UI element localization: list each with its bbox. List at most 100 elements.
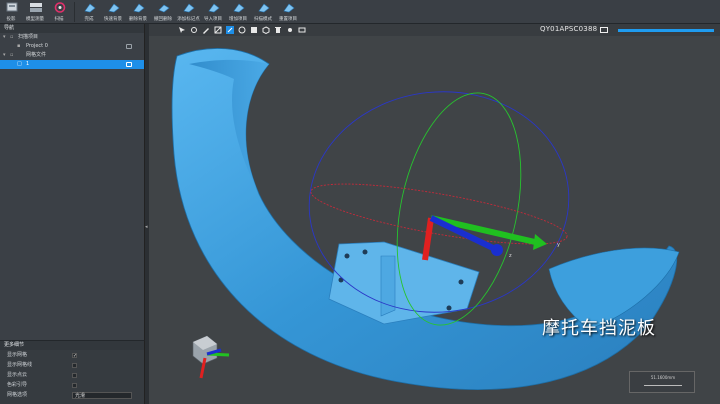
add-project-icon	[232, 3, 244, 13]
3d-viewport[interactable]: y z QY01APSC0388 摩托车挡泥板 51.1600mm	[149, 24, 720, 404]
tree-label: Project 0	[26, 43, 48, 49]
delete-bg-icon	[132, 3, 144, 13]
show-mesh-label: 显示网格	[7, 352, 28, 358]
details-title: 更多细节	[0, 341, 144, 350]
reset-button[interactable]: 重置项目	[276, 0, 301, 24]
scan-mode-icon	[257, 3, 269, 13]
color-guide-label: 色彩引导	[7, 382, 28, 388]
collapse-toggle-icon[interactable]: ▾	[3, 35, 8, 40]
mount-hole	[446, 305, 452, 311]
mount-hole	[458, 279, 464, 285]
navigation-title: 导航	[0, 24, 144, 33]
projector-label: 投影	[6, 16, 16, 22]
measure-label: 模型测量	[26, 16, 45, 22]
show-mesh-checkbox[interactable]: ✓	[72, 353, 77, 359]
color-guide-row: 色彩引导	[0, 380, 144, 390]
axis-y-label: y	[557, 242, 560, 248]
tree-item-mesh-files[interactable]: ▾ ▫ 网格文件	[0, 51, 144, 60]
scan-icon	[54, 2, 65, 13]
window-toggle-icon[interactable]	[600, 27, 608, 33]
axis-z-handle[interactable]	[491, 244, 503, 256]
projector-icon	[6, 2, 17, 12]
transform-tool-icon[interactable]	[225, 26, 234, 35]
import-label: 导入项目	[204, 16, 223, 22]
add-project-label: 增加项目	[229, 16, 248, 22]
scan-button[interactable]: 扫描	[48, 0, 71, 24]
mesh-option-label: 网格选项	[7, 392, 28, 398]
delete-tool-icon[interactable]	[273, 26, 282, 35]
finish-label: 完成	[84, 16, 94, 22]
visibility-icon[interactable]	[285, 26, 294, 35]
select-tool-icon[interactable]	[177, 26, 186, 35]
undo-delete-button[interactable]: 撤回删除	[151, 0, 176, 24]
axis-y-arrow[interactable]	[430, 215, 536, 245]
tree-item-project0[interactable]: ▪ Project 0	[0, 42, 144, 51]
scan-progress-bar	[618, 29, 714, 32]
orientation-cube[interactable]	[192, 335, 230, 379]
add-project-button[interactable]: 增加项目	[226, 0, 251, 24]
folder-icon: ▫	[10, 52, 14, 58]
mesh-option-row: 网格选项 光滑	[0, 390, 144, 400]
lasso-tool-icon[interactable]	[189, 26, 198, 35]
reset-view-icon[interactable]	[297, 26, 306, 35]
rotate-tool-icon[interactable]	[237, 26, 246, 35]
reset-label: 重置项目	[279, 16, 298, 22]
show-pointcloud-checkbox[interactable]	[72, 373, 77, 378]
tree-label: 1	[26, 61, 30, 67]
axis-y-arrowhead[interactable]	[533, 234, 547, 250]
add-marker-button[interactable]: 添加标记点	[176, 0, 201, 24]
import-button[interactable]: 导入项目	[201, 0, 226, 24]
visibility-toggle-icon[interactable]	[126, 44, 132, 49]
show-wireframe-label: 显示网格线	[7, 362, 33, 368]
color-guide-checkbox[interactable]	[72, 383, 77, 388]
cube-view-icon[interactable]	[261, 26, 270, 35]
app-window: 投影 模型测量 扫描 完成 快速背景 删除背景 撤回删除 添加标记点 导入项目 …	[0, 0, 720, 404]
finish-button[interactable]: 完成	[78, 0, 101, 24]
toolbar-divider	[74, 2, 75, 22]
collapse-toggle-icon[interactable]: ▾	[3, 53, 8, 58]
video-caption: 摩托车挡泥板	[542, 318, 656, 339]
show-wireframe-checkbox[interactable]	[72, 363, 77, 368]
scale-bar	[644, 385, 682, 386]
scene-canvas[interactable]: y z	[149, 24, 720, 404]
project-icon: ▪	[17, 43, 21, 49]
show-pointcloud-label: 显示点云	[7, 372, 28, 378]
undo-delete-label: 撤回删除	[154, 16, 173, 22]
undo-delete-icon	[157, 4, 170, 13]
mesh-icon: □	[17, 61, 22, 67]
delete-bg-button[interactable]: 删除背景	[126, 0, 151, 24]
visibility-toggle-icon[interactable]	[126, 62, 132, 67]
details-panel: 更多细节 显示网格 ✓ 显示网格线 显示点云 色彩引导 网格选项 光滑	[0, 340, 145, 404]
import-icon	[207, 3, 219, 13]
navigation-panel: 导航 ▾ ▫ 扫描项目 ▪ Project 0 ▾ ▫ 网格文件 □ 1	[0, 24, 145, 340]
delete-bg-label: 删除背景	[129, 16, 148, 22]
measure-button[interactable]: 模型测量	[23, 0, 48, 24]
tree-item-scan-projects[interactable]: ▾ ▫ 扫描项目	[0, 33, 144, 42]
projector-button[interactable]: 投影	[0, 0, 23, 24]
mount-hole	[362, 249, 368, 255]
mesh-option-select[interactable]: 光滑	[72, 392, 132, 399]
quick-bg-label: 快速背景	[104, 16, 123, 22]
show-wireframe-row: 显示网格线	[0, 360, 144, 370]
scan-progress-fill	[618, 29, 714, 32]
scan-mode-button[interactable]: 扫描模式	[251, 0, 276, 24]
show-pointcloud-row: 显示点云	[0, 370, 144, 380]
main-toolbar: 投影 模型测量 扫描 完成 快速背景 删除背景 撤回删除 添加标记点 导入项目 …	[0, 0, 720, 24]
plate-bracket	[380, 255, 396, 317]
fit-view-icon[interactable]	[249, 26, 258, 35]
quick-bg-button[interactable]: 快速背景	[101, 0, 126, 24]
scale-indicator: 51.1600mm	[629, 371, 695, 393]
invert-tool-icon[interactable]	[213, 26, 222, 35]
device-serial: QY01APSC0388	[540, 25, 598, 33]
tree-label: 扫描项目	[18, 34, 39, 40]
scan-mode-label: 扫描模式	[254, 16, 273, 22]
tree-item-mesh-1[interactable]: □ 1	[0, 60, 144, 69]
axis-x-arrow[interactable]	[422, 217, 434, 261]
measure-icon	[29, 3, 42, 12]
scale-text: 51.1600mm	[650, 375, 676, 380]
brush-tool-icon[interactable]	[201, 26, 210, 35]
mount-hole	[344, 253, 350, 259]
reset-icon	[282, 3, 294, 13]
tree-label: 网格文件	[26, 52, 47, 58]
show-mesh-row: 显示网格 ✓	[0, 350, 144, 360]
